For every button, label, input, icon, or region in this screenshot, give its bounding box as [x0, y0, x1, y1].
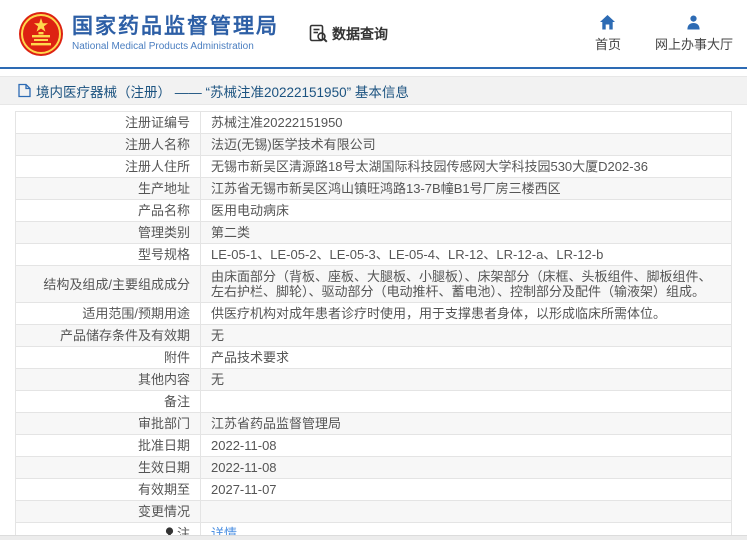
- table-row: 其他内容无: [15, 368, 732, 391]
- brand-text: 国家药品监督管理局 National Medical Products Admi…: [72, 15, 279, 53]
- row-label: 注册人名称: [15, 133, 201, 156]
- table-row: 生产地址 江苏省无锡市新吴区鸿山镇旺鸿路13-7B幢B1号厂房三楼西区: [15, 177, 732, 200]
- breadcrumb: 境内医疗器械（注册） —— “苏械注准20222151950” 基本信息: [0, 76, 747, 105]
- row-value: 江苏省无锡市新吴区鸿山镇旺鸿路13-7B幢B1号厂房三楼西区: [200, 177, 732, 200]
- table-row: 产品名称 医用电动病床: [15, 199, 732, 222]
- data-query-label: 数据查询: [332, 25, 388, 42]
- row-label: 结构及组成/主要组成成分: [15, 265, 201, 303]
- document-search-icon: [309, 24, 328, 43]
- row-value: 法迈(无锡)医学技术有限公司: [200, 133, 732, 156]
- row-value: 苏械注准20222151950: [200, 111, 732, 134]
- table-row: 生效日期 2022-11-08: [15, 456, 732, 479]
- row-value: 供医疗机构对成年患者诊疗时使用，用于支撑患者身体，以形成临床所需体位。: [200, 302, 732, 325]
- row-label: 生效日期: [15, 456, 201, 479]
- row-value: 无锡市新吴区清源路18号太湖国际科技园传感网大学科技园530大厦D202-36: [200, 155, 732, 178]
- row-value: 产品技术要求: [200, 346, 732, 369]
- row-value: [200, 500, 732, 523]
- breadcrumb-text: 境内医疗器械（注册） —— “苏械注准20222151950” 基本信息: [36, 84, 409, 100]
- row-label: 变更情况: [15, 500, 201, 523]
- national-emblem-icon: [19, 11, 63, 56]
- nav-home-label: 首页: [594, 37, 621, 52]
- table-row: 产品储存条件及有效期无: [15, 324, 732, 347]
- table-row: 注册人名称 法迈(无锡)医学技术有限公司: [15, 133, 732, 156]
- site-header: 国家药品监督管理局 National Medical Products Admi…: [0, 0, 747, 69]
- row-label: 管理类别: [15, 221, 201, 244]
- nav-service-hall-label: 网上办事大厅: [654, 37, 733, 52]
- row-value: [200, 390, 732, 413]
- org-name-en: National Medical Products Administration: [72, 40, 254, 52]
- row-label: 备注: [15, 390, 201, 413]
- row-value: 第二类: [200, 221, 732, 244]
- row-label: 生产地址: [15, 177, 201, 200]
- row-label: 注册证编号: [15, 111, 201, 134]
- table-row: 变更情况: [15, 500, 732, 523]
- footer-strip: [0, 535, 747, 540]
- header-nav: 首页 网上办事大厅: [561, 14, 733, 53]
- table-row: 注册证编号 苏械注准20222151950: [15, 111, 732, 134]
- row-value: 无: [200, 368, 732, 391]
- row-label: 型号规格: [15, 243, 201, 266]
- home-icon: [600, 15, 616, 30]
- data-query-nav[interactable]: 数据查询: [309, 24, 388, 44]
- table-row: 适用范围/预期用途 供医疗机构对成年患者诊疗时使用，用于支撑患者身体，以形成临床所…: [15, 302, 732, 325]
- row-value: 2022-11-08: [200, 456, 732, 479]
- row-value: 医用电动病床: [200, 199, 732, 222]
- row-value: 2027-11-07: [200, 478, 732, 501]
- row-label: 产品储存条件及有效期: [15, 324, 201, 347]
- row-label: 注册人住所: [15, 155, 201, 178]
- table-row: 型号规格 LE-05-1、LE-05-2、LE-05-3、LE-05-4、LR-1…: [15, 243, 732, 266]
- row-label: 有效期至: [15, 478, 201, 501]
- nav-home[interactable]: 首页: [595, 14, 621, 53]
- table-row: 管理类别 第二类: [15, 221, 732, 244]
- table-row: 批准日期 2022-11-08: [15, 434, 732, 457]
- row-label: 附件: [15, 346, 201, 369]
- table-row: 附件 产品技术要求: [15, 346, 732, 369]
- row-label: 其他内容: [15, 368, 201, 391]
- registration-info-table: 注册证编号 苏械注准20222151950 注册人名称 法迈(无锡)医学技术有限公司注…: [15, 111, 732, 540]
- row-label: 批准日期: [15, 434, 201, 457]
- row-label: 适用范围/预期用途: [15, 302, 201, 325]
- brand-logo[interactable]: 国家药品监督管理局 National Medical Products Admi…: [18, 11, 279, 57]
- row-value: 由床面部分（背板、座板、大腿板、小腿板）、床架部分（床框、头板组件、脚板组件、左…: [200, 265, 732, 303]
- table-row: 结构及组成/主要组成成分 由床面部分（背板、座板、大腿板、小腿板）、床架部分（床框…: [15, 265, 732, 303]
- table-row: 备注: [15, 390, 732, 413]
- nav-online-service-hall[interactable]: 网上办事大厅: [655, 14, 733, 53]
- row-value: 无: [200, 324, 732, 347]
- person-icon: [687, 15, 701, 30]
- org-name-zh: 国家药品监督管理局: [72, 14, 279, 38]
- table-row: 注册人住所 无锡市新吴区清源路18号太湖国际科技园传感网大学科技园530大厦D20…: [15, 155, 732, 178]
- row-value: LE-05-1、LE-05-2、LE-05-3、LE-05-4、LR-12、LR…: [200, 243, 732, 266]
- document-icon: [18, 83, 31, 98]
- table-row: 审批部门 江苏省药品监督管理局: [15, 412, 732, 435]
- row-label: 产品名称: [15, 199, 201, 222]
- row-value: 江苏省药品监督管理局: [200, 412, 732, 435]
- info-table-body: 注册证编号 苏械注准20222151950 注册人名称 法迈(无锡)医学技术有限公司注…: [15, 111, 732, 540]
- row-label: 审批部门: [15, 412, 201, 435]
- table-row: 有效期至 2027-11-07: [15, 478, 732, 501]
- row-value: 2022-11-08: [200, 434, 732, 457]
